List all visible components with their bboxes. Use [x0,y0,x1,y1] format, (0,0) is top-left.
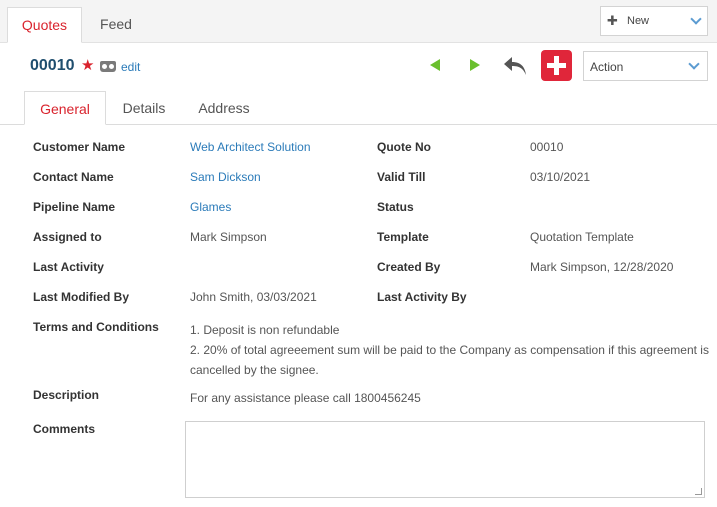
last-modified-by-value: John Smith, 03/03/2021 [190,290,317,304]
back-arrow-icon[interactable] [502,54,528,78]
template-label: Template [377,230,429,244]
status-label: Status [377,200,414,214]
follow-owl-icon[interactable] [100,61,116,72]
customer-name-value[interactable]: Web Architect Solution [190,140,311,154]
contact-name-label: Contact Name [33,170,114,184]
new-button-label: New [627,15,650,27]
last-modified-by-label: Last Modified By [33,290,130,304]
resize-handle-icon[interactable] [695,488,702,495]
contact-name-value[interactable]: Sam Dickson [190,170,261,184]
action-select[interactable]: Action [583,51,708,81]
tab-general[interactable]: General [24,91,106,125]
quote-no-label: Quote No [377,140,431,154]
previous-record-icon[interactable] [430,59,440,71]
tab-address[interactable]: Address [182,91,266,125]
valid-till-value: 03/10/2021 [530,170,591,184]
last-activity-by-label: Last Activity By [377,290,467,304]
description-value: For any assistance please call 180045624… [190,391,421,405]
created-by-value: Mark Simpson, 12/28/2020 [530,260,674,274]
comments-textarea[interactable] [185,421,705,498]
last-activity-label: Last Activity [33,260,104,274]
tab-quotes[interactable]: Quotes [7,7,82,43]
next-record-icon[interactable] [470,59,480,71]
edit-link[interactable]: edit [121,60,140,74]
terms-label: Terms and Conditions [33,320,159,334]
sub-tab-bar: General Details Address [0,91,717,125]
valid-till-label: Valid Till [377,170,426,184]
description-label: Description [33,388,100,402]
tab-details[interactable]: Details [106,91,182,125]
customer-name-label: Customer Name [33,140,126,154]
terms-line: 2. 20% of total agreeement sum will be p… [190,343,709,377]
record-id: 00010 [30,57,75,74]
tab-feed[interactable]: Feed [82,7,150,43]
chevron-down-icon [688,58,700,70]
pipeline-name-value[interactable]: Glames [190,200,231,214]
action-select-value: Action [590,60,624,74]
assigned-to-label: Assigned to [33,230,102,244]
template-value: Quotation Template [530,230,634,244]
new-button[interactable]: ✚ New [600,6,708,36]
plus-icon: ✚ [607,13,618,28]
terms-value: 1. Deposit is non refundable 2. 20% of t… [190,320,715,380]
star-icon[interactable]: ★ [81,58,94,74]
top-tab-bar: Quotes Feed ✚ New [0,0,717,43]
comments-label: Comments [33,422,96,436]
assigned-to-value: Mark Simpson [190,230,267,244]
add-record-button[interactable] [541,50,572,81]
terms-line: 1. Deposit is non refundable [190,323,340,337]
pipeline-name-label: Pipeline Name [33,200,116,214]
chevron-down-icon [690,13,702,25]
quote-no-value: 00010 [530,140,564,154]
created-by-label: Created By [377,260,441,274]
